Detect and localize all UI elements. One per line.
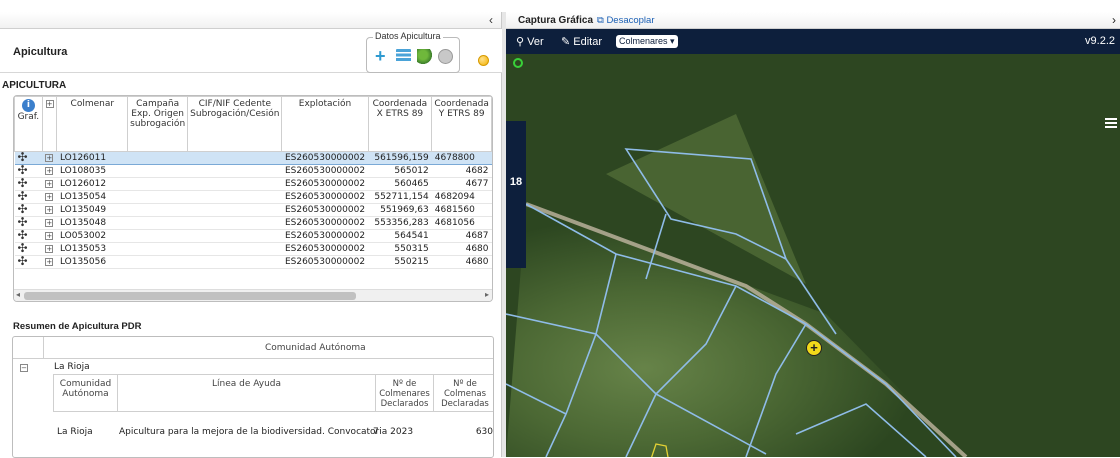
col-explotacion[interactable]: Explotación bbox=[281, 96, 369, 152]
remove-icon[interactable] bbox=[438, 49, 453, 64]
table-row[interactable]: ✣ + LO135049 ES260530000002 551969,63 4681560 bbox=[14, 203, 492, 217]
parcel-overlay bbox=[506, 54, 1120, 457]
datos-apicultura-group: Datos Apicultura + bbox=[366, 31, 460, 73]
scrollbar-thumb[interactable] bbox=[24, 292, 356, 300]
apicultura-header: Apicultura Datos Apicultura + bbox=[0, 29, 502, 73]
list-icon[interactable] bbox=[396, 49, 411, 64]
col-expand[interactable]: + bbox=[41, 96, 58, 152]
chevron-left-icon[interactable]: ‹ bbox=[489, 13, 493, 27]
resumen-grid: Comunidad Autónoma − La Rioja Comunidad … bbox=[12, 336, 494, 458]
col-coord-y[interactable]: Coordenada Y ETRS 89 bbox=[431, 96, 492, 152]
expand-row-icon[interactable]: + bbox=[45, 258, 54, 266]
zoom-level-panel[interactable]: 18 bbox=[506, 121, 526, 268]
layer-select[interactable]: Colmenares ▾ bbox=[616, 35, 678, 48]
move-icon[interactable]: ✣ bbox=[18, 243, 28, 255]
scroll-right-icon[interactable]: ▸ bbox=[485, 290, 489, 299]
table-row[interactable]: ✣ + LO135054 ES260530000002 552711,154 468209… bbox=[14, 190, 492, 204]
table-row[interactable]: ✣ + LO135056 ES260530000002 550215 4680 bbox=[14, 255, 492, 269]
col-cif[interactable]: CIF/NIF Cedente Subrogación/Cesión bbox=[187, 96, 283, 152]
add-icon[interactable]: + bbox=[375, 47, 390, 65]
group-value: La Rioja bbox=[54, 362, 90, 372]
table-row[interactable]: ✣ + LO108035 ES260530000002 565012 4682 bbox=[14, 164, 492, 178]
group-header[interactable]: Comunidad Autónoma bbox=[265, 343, 366, 353]
ver-button[interactable]: ⚲ Ver bbox=[516, 35, 544, 48]
status-indicator-icon bbox=[513, 58, 523, 68]
table-row[interactable]: ✣ + LO135053 ES260530000002 550315 4680 bbox=[14, 242, 492, 256]
top-strip bbox=[0, 0, 1120, 12]
chevron-right-icon[interactable]: › bbox=[1112, 13, 1116, 27]
expand-row-icon[interactable]: + bbox=[45, 206, 54, 214]
expand-row-icon[interactable]: + bbox=[45, 193, 54, 201]
version-label: v9.2.2 bbox=[1085, 35, 1115, 47]
col-coord-x[interactable]: Coordenada X ETRS 89 bbox=[367, 96, 433, 152]
colmenares-table: i Graf. + Colmenar Campaña Exp. Origen su… bbox=[14, 96, 492, 269]
expand-row-icon[interactable]: + bbox=[45, 232, 54, 240]
captura-grafica-panel: Captura Gráfica ⧉ Desacoplar › ⚲ Ver ✎ E… bbox=[506, 12, 1120, 457]
expand-row-icon[interactable]: + bbox=[45, 167, 54, 175]
map-title: Captura Gráfica bbox=[518, 15, 594, 26]
info-icon: i bbox=[21, 99, 35, 112]
table-row[interactable]: ✣ + LO053002 ES260530000002 564541 4687 bbox=[14, 229, 492, 243]
summary-row[interactable]: La Rioja Apicultura para la mejora de la… bbox=[53, 427, 493, 441]
horizontal-scrollbar[interactable]: ◂ ▸ bbox=[14, 289, 492, 301]
menu-icon[interactable] bbox=[1105, 118, 1117, 128]
datos-legend: Datos Apicultura bbox=[373, 31, 443, 41]
panel-top-bar: ‹ bbox=[0, 12, 501, 29]
desacoplar-link[interactable]: ⧉ Desacoplar bbox=[597, 15, 655, 26]
help-icon[interactable] bbox=[478, 55, 489, 66]
move-icon[interactable]: ✣ bbox=[18, 178, 28, 190]
expand-row-icon[interactable]: + bbox=[45, 219, 54, 227]
editar-button[interactable]: ✎ Editar bbox=[561, 35, 602, 48]
collapse-group-icon[interactable]: − bbox=[20, 364, 28, 372]
move-icon[interactable]: ✣ bbox=[18, 204, 28, 216]
expand-row-icon[interactable]: + bbox=[45, 154, 54, 162]
expand-row-icon[interactable]: + bbox=[45, 245, 54, 253]
move-icon[interactable]: ✣ bbox=[18, 217, 28, 229]
map-toolbar: ⚲ Ver ✎ Editar Colmenares ▾ v9.2.2 bbox=[506, 29, 1120, 54]
table-row[interactable]: ✣ + LO135048 ES260530000002 553356,283 468105… bbox=[14, 216, 492, 230]
map-title-bar: Captura Gráfica ⧉ Desacoplar › bbox=[506, 12, 1120, 29]
col-num-colmenares[interactable]: Nº de Colmenares Declarados bbox=[376, 375, 434, 411]
col-graf: i Graf. bbox=[14, 96, 43, 152]
move-icon[interactable]: ✣ bbox=[18, 230, 28, 242]
map-canvas[interactable]: 18 + bbox=[506, 54, 1120, 457]
section-title: APICULTURA bbox=[2, 80, 67, 91]
expand-all-icon[interactable]: + bbox=[45, 100, 54, 108]
col-colmenar[interactable]: Colmenar bbox=[56, 96, 129, 152]
table-row[interactable]: ✣ + LO126012 ES260530000002 560465 4677 bbox=[14, 177, 492, 191]
expand-row-icon[interactable]: + bbox=[45, 180, 54, 188]
resumen-title: Resumen de Apicultura PDR bbox=[13, 321, 142, 332]
header-title: Apicultura bbox=[13, 46, 68, 58]
zoom-level: 18 bbox=[509, 176, 523, 188]
col-comunidad[interactable]: Comunidad Autónoma bbox=[54, 375, 118, 411]
scroll-left-icon[interactable]: ◂ bbox=[16, 290, 20, 299]
move-icon[interactable]: ✣ bbox=[18, 165, 28, 177]
move-icon[interactable]: ✣ bbox=[18, 153, 28, 164]
colmenar-marker-icon[interactable]: + bbox=[806, 340, 822, 356]
leaf-icon[interactable] bbox=[417, 49, 432, 64]
col-campana[interactable]: Campaña Exp. Origen subrogación bbox=[127, 96, 189, 152]
apicultura-panel: ‹ Apicultura Datos Apicultura + APICULTU… bbox=[0, 12, 502, 458]
move-icon[interactable]: ✣ bbox=[18, 191, 28, 203]
col-linea[interactable]: Línea de Ayuda bbox=[118, 375, 376, 411]
move-icon[interactable]: ✣ bbox=[18, 256, 28, 268]
table-row[interactable]: ✣ + LO126011 ES260530000002 561596,159 467880… bbox=[14, 151, 492, 165]
colmenares-grid: i Graf. + Colmenar Campaña Exp. Origen su… bbox=[13, 95, 493, 302]
col-num-colmenas[interactable]: Nº de Colmenas Declaradas bbox=[434, 375, 493, 411]
